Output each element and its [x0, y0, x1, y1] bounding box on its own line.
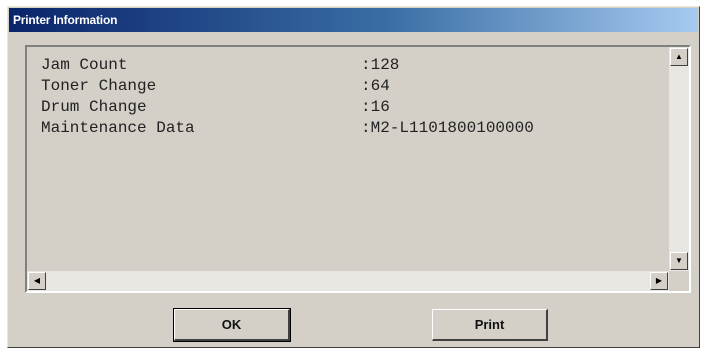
- window-title: Printer Information: [13, 13, 118, 27]
- horizontal-scrollbar[interactable]: ◀ ▶: [27, 271, 669, 291]
- info-value: :16: [361, 98, 390, 116]
- vertical-scrollbar[interactable]: ▲ ▼: [669, 47, 689, 271]
- info-value: :128: [361, 56, 400, 74]
- print-button[interactable]: Print: [432, 309, 548, 341]
- printer-information-dialog: Printer Information Jam Count :128 Toner…: [7, 6, 700, 348]
- info-label: Jam Count: [41, 56, 128, 74]
- ok-button[interactable]: OK: [173, 308, 291, 342]
- info-row-drum-change: Drum Change :16: [41, 97, 659, 118]
- scroll-up-arrow-icon[interactable]: ▲: [670, 48, 688, 66]
- info-value: :M2-L1101800100000: [361, 119, 534, 137]
- info-row-jam-count: Jam Count :128: [41, 55, 659, 76]
- info-value: :64: [361, 77, 390, 95]
- info-text-area[interactable]: Jam Count :128 Toner Change :64 Drum Cha…: [25, 45, 691, 293]
- info-row-toner-change: Toner Change :64: [41, 76, 659, 97]
- scroll-left-arrow-icon[interactable]: ◀: [28, 272, 46, 290]
- title-bar[interactable]: Printer Information: [9, 8, 698, 32]
- info-label: Toner Change: [41, 77, 157, 95]
- scroll-right-arrow-icon[interactable]: ▶: [650, 272, 668, 290]
- scrollbar-corner: [669, 271, 689, 291]
- info-content: Jam Count :128 Toner Change :64 Drum Cha…: [41, 55, 659, 267]
- info-label: Drum Change: [41, 98, 147, 116]
- info-row-maintenance-data: Maintenance Data :M2-L1101800100000: [41, 118, 659, 139]
- scroll-down-arrow-icon[interactable]: ▼: [670, 252, 688, 270]
- info-label: Maintenance Data: [41, 119, 195, 137]
